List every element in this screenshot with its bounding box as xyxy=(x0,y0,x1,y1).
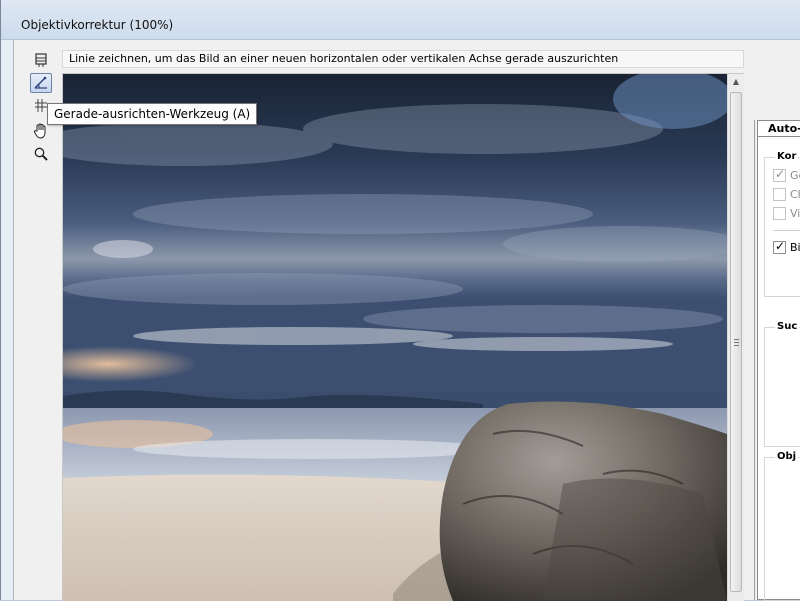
image-preview[interactable]: ▲ xyxy=(62,73,744,601)
zoom-tool-button[interactable] xyxy=(30,144,52,164)
correction-group: Kor ✓ Ge Ch Vig ✓ xyxy=(764,151,800,297)
checkbox-box: ✓ xyxy=(773,238,786,254)
vignette-checkbox[interactable]: Vig xyxy=(773,206,800,220)
checkmark-icon: ✓ xyxy=(775,166,786,181)
group-divider xyxy=(773,230,800,231)
auto-scale-image-checkbox[interactable]: ✓ Bild xyxy=(773,238,800,254)
tool-hint-text: Linie zeichnen, um das Bild an einer neu… xyxy=(69,52,619,65)
profiles-group-label: Obj xyxy=(775,451,799,462)
checkbox-label: Ge xyxy=(790,168,800,182)
search-group-label: Suc xyxy=(775,321,800,332)
settings-panel: Auto-K Kor ✓ Ge Ch Vig xyxy=(754,120,800,601)
checkmark-icon: ✓ xyxy=(775,238,786,253)
tooltip-text: Gerade-ausrichten-Werkzeug (A) xyxy=(54,107,251,121)
straighten-tool-icon xyxy=(33,75,49,91)
tab-auto-korrektur[interactable]: Auto-K xyxy=(757,120,800,137)
checkbox-label: Vig xyxy=(790,206,800,220)
tool-tooltip: Gerade-ausrichten-Werkzeug (A) xyxy=(47,103,258,125)
lens-profiles-group: Obj xyxy=(764,451,800,601)
straighten-tool-button[interactable] xyxy=(30,73,52,93)
chromatic-aberration-checkbox[interactable]: Ch xyxy=(773,187,800,201)
checkbox-label: Bild xyxy=(790,240,800,254)
checkbox-box xyxy=(773,187,786,201)
search-criteria-group: Suc C xyxy=(764,321,800,447)
beach-photo-image xyxy=(63,74,727,601)
zoom-tool-icon xyxy=(33,146,49,162)
tab-label: Auto-K xyxy=(768,122,800,135)
checkbox-label: Ch xyxy=(790,187,800,201)
tool-hint-bar: Linie zeichnen, um das Bild an einer neu… xyxy=(62,50,744,68)
checkbox-box xyxy=(773,206,786,220)
lens-correction-dialog: Objektivkorrektur (100%) Linie zeichnen,… xyxy=(0,0,800,601)
geometric-distortion-checkbox[interactable]: ✓ Ge xyxy=(773,166,800,182)
scrollbar-thumb[interactable] xyxy=(730,92,742,592)
scroll-up-arrow-icon[interactable]: ▲ xyxy=(731,77,741,87)
lens-correction-tool-button[interactable] xyxy=(30,50,52,70)
tab-content: Kor ✓ Ge Ch Vig ✓ xyxy=(757,136,800,601)
checkbox-box: ✓ xyxy=(773,166,786,182)
dialog-client: Linie zeichnen, um das Bild an einer neu… xyxy=(13,40,800,601)
preview-vertical-scrollbar[interactable]: ▲ xyxy=(727,74,744,601)
title-bar: Objektivkorrektur (100%) xyxy=(1,0,800,40)
preview-photo[interactable] xyxy=(63,74,727,601)
lens-correction-tool-icon xyxy=(33,52,49,68)
scrollbar-grip-icon xyxy=(734,339,739,346)
window-title: Objektivkorrektur (100%) xyxy=(21,18,174,32)
correction-group-label: Kor xyxy=(775,151,799,162)
